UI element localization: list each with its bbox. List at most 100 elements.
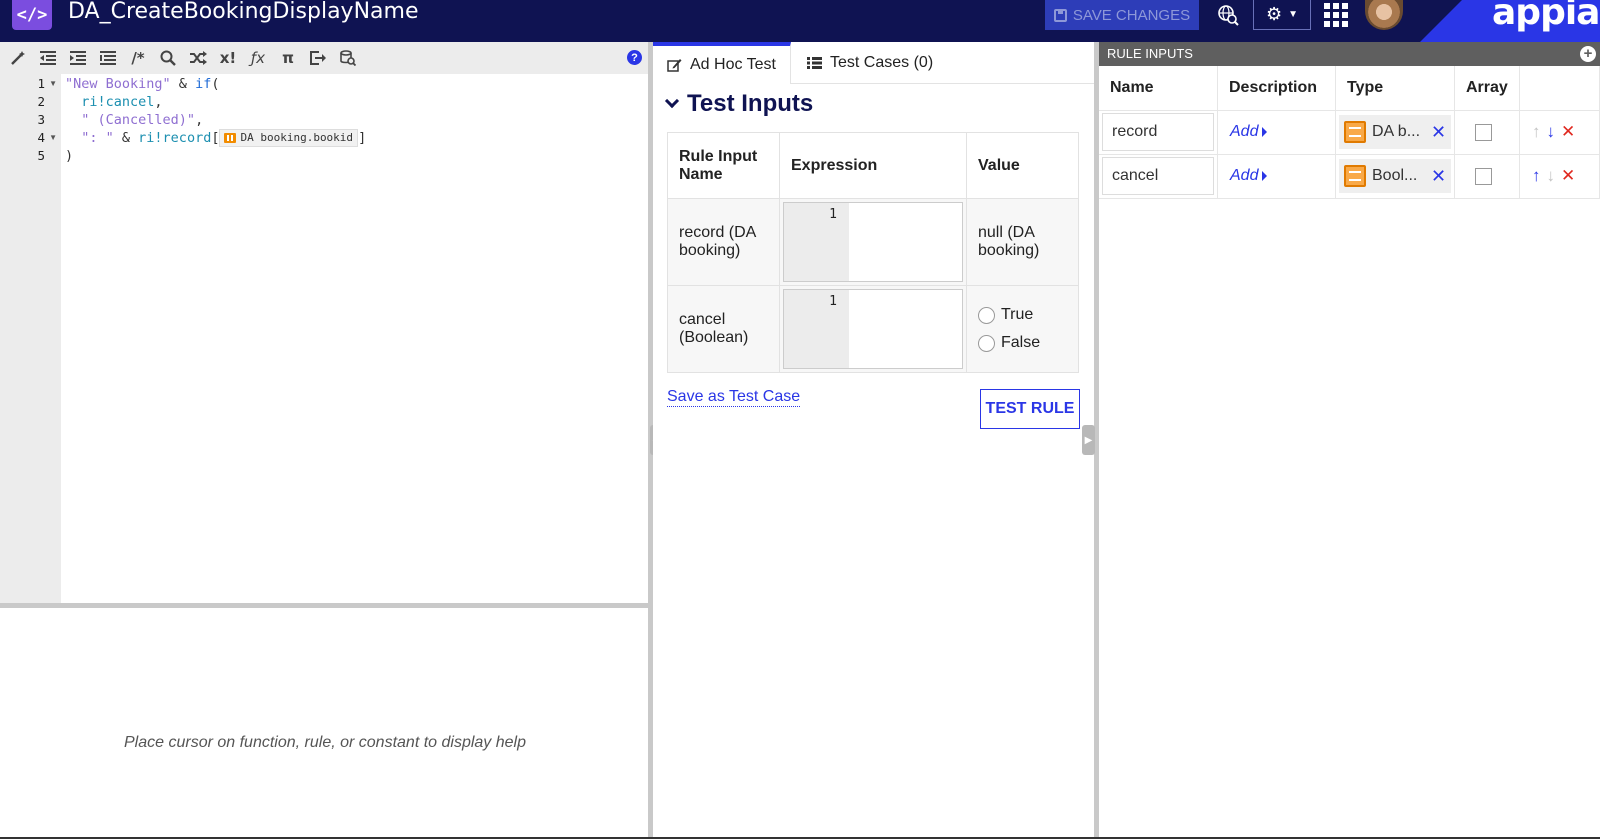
column-header: Type <box>1335 66 1455 111</box>
rule-icon[interactable]: x! <box>213 45 243 71</box>
array-cell <box>1454 154 1520 199</box>
tab-ad-hoc-test[interactable]: Ad Hoc Test <box>653 42 791 84</box>
move-down-icon[interactable]: ↓ <box>1547 166 1556 186</box>
fold-toggle-icon[interactable]: ▼ <box>49 133 57 142</box>
line-number: 1 <box>784 290 849 368</box>
caret-right-icon <box>1262 127 1268 137</box>
magic-wand-icon[interactable] <box>3 45 33 71</box>
radio-true[interactable]: True <box>978 301 1067 329</box>
code-token: [ <box>211 130 220 146</box>
code-token: ( <box>211 76 220 92</box>
code-token: ) <box>65 148 74 164</box>
code-token: & <box>170 76 196 92</box>
code-line: ri!cancel, <box>65 93 163 111</box>
record-field-label: DA booking.bookid <box>240 131 354 144</box>
list-icon <box>807 57 822 69</box>
code-token: "New Booking" <box>65 76 171 92</box>
value-cell: True False <box>966 285 1079 373</box>
save-as-test-case-link[interactable]: Save as Test Case <box>667 388 801 407</box>
test-rule-button[interactable]: TEST RULE <box>980 389 1080 429</box>
search-icon[interactable] <box>153 45 183 71</box>
format-icon[interactable] <box>93 45 123 71</box>
table-header-row: Name Description Type Array <box>1099 66 1600 111</box>
rule-input-name-field[interactable] <box>1102 157 1214 195</box>
table-row: Add DA b... ✕ ↑ ↓ ✕ <box>1099 110 1600 155</box>
expression-editor[interactable]: 1 <box>783 289 963 369</box>
shuffle-icon[interactable] <box>183 45 213 71</box>
query-icon[interactable] <box>333 45 363 71</box>
type-picker[interactable]: DA b... ✕ <box>1339 115 1451 149</box>
test-pane: Ad Hoc Test Test Cases (0) Test Inputs R… <box>653 42 1094 839</box>
function-icon[interactable]: ƒx <box>243 45 273 71</box>
comment-icon[interactable]: /* <box>123 45 153 71</box>
remove-type-icon[interactable]: ✕ <box>1431 166 1451 187</box>
array-checkbox[interactable] <box>1475 167 1492 185</box>
code-token: , <box>195 112 204 128</box>
rule-input-name: record (DA booking) <box>667 198 780 286</box>
globe-search-icon[interactable] <box>1213 0 1243 30</box>
description-cell: Add <box>1217 154 1336 199</box>
type-cell: DA b... ✕ <box>1335 110 1455 155</box>
radio-button[interactable] <box>978 334 995 352</box>
value-text: null (DA booking) <box>966 198 1079 286</box>
test-inputs-toggle[interactable]: Test Inputs <box>664 90 813 118</box>
pi-icon[interactable]: π <box>273 45 303 71</box>
add-description-link[interactable]: Add <box>1221 167 1332 185</box>
code-token: ri!record <box>138 130 212 146</box>
table-row: cancel (Boolean) 1 True False <box>667 285 1079 373</box>
delete-icon[interactable]: ✕ <box>1561 166 1575 186</box>
top-bar: </> DA_CreateBookingDisplayName SAVE CHA… <box>0 0 1600 42</box>
rule-input-name-field[interactable] <box>1102 113 1214 151</box>
type-cell: Bool... ✕ <box>1335 154 1455 199</box>
fold-toggle-icon[interactable]: ▼ <box>49 79 57 88</box>
code-token: ] <box>358 130 367 146</box>
expression-cell: 1 <box>779 285 967 373</box>
record-field-chip[interactable]: DA booking.bookid <box>219 129 359 147</box>
add-description-link[interactable]: Add <box>1221 123 1332 141</box>
add-description-label: Add <box>1230 123 1259 140</box>
code-token: & <box>113 130 139 146</box>
test-inputs-table: Rule Input Name Expression Value record … <box>667 132 1079 373</box>
indent-icon[interactable] <box>63 45 93 71</box>
column-header: Name <box>1099 66 1218 111</box>
move-down-icon[interactable]: ↓ <box>1547 122 1556 142</box>
move-up-icon[interactable]: ↑ <box>1532 122 1541 142</box>
tab-test-cases[interactable]: Test Cases (0) <box>793 42 947 84</box>
move-up-icon[interactable]: ↑ <box>1532 166 1541 186</box>
remove-type-icon[interactable]: ✕ <box>1431 122 1451 143</box>
expression-editor-pane: /* x! ƒx π ? 1 ▼ 2 3 4 ▼ 5 "New Booking" & if(… <box>0 42 650 839</box>
code-token: if <box>195 76 212 92</box>
add-rule-input-icon[interactable]: + <box>1580 46 1596 62</box>
expression-editor[interactable]: 1 <box>783 202 963 282</box>
code-token: , <box>154 94 163 110</box>
line-number: 4 <box>37 130 45 145</box>
code-editor[interactable]: 1 ▼ 2 3 4 ▼ 5 "New Booking" & if( ri!cancel, "… <box>0 74 650 603</box>
outdent-icon[interactable] <box>33 45 63 71</box>
avatar[interactable] <box>1365 0 1403 30</box>
code-icon: </> <box>12 0 52 30</box>
settings-menu-button[interactable]: ⚙ ▼ <box>1253 0 1311 30</box>
export-icon[interactable] <box>303 45 333 71</box>
array-cell <box>1454 110 1520 155</box>
radio-button[interactable] <box>978 306 995 324</box>
table-row: record (DA booking) 1 null (DA booking) <box>667 198 1079 286</box>
type-picker[interactable]: Bool... ✕ <box>1339 159 1451 193</box>
array-checkbox[interactable] <box>1475 123 1492 141</box>
save-changes-button[interactable]: SAVE CHANGES <box>1045 0 1199 30</box>
help-icon[interactable]: ? <box>627 50 642 65</box>
caret-down-icon: ▼ <box>1288 9 1299 20</box>
rule-inputs-pane: RULE INPUTS + Name Description Type Arra… <box>1099 42 1600 839</box>
caret-right-icon <box>1262 171 1268 181</box>
collapse-right-icon[interactable]: ▶ <box>1082 425 1095 455</box>
line-number: 3 <box>37 112 45 127</box>
code-token: ": " <box>81 130 114 146</box>
app-grid-icon[interactable] <box>1322 0 1350 30</box>
add-description-label: Add <box>1230 167 1259 184</box>
line-number: 5 <box>37 148 45 163</box>
column-header-actions <box>1519 66 1600 111</box>
radio-label: False <box>1001 334 1041 351</box>
chevron-down-icon <box>664 93 680 109</box>
code-line: "New Booking" & if( <box>65 75 219 93</box>
radio-false[interactable]: False <box>978 329 1067 357</box>
delete-icon[interactable]: ✕ <box>1561 122 1575 142</box>
